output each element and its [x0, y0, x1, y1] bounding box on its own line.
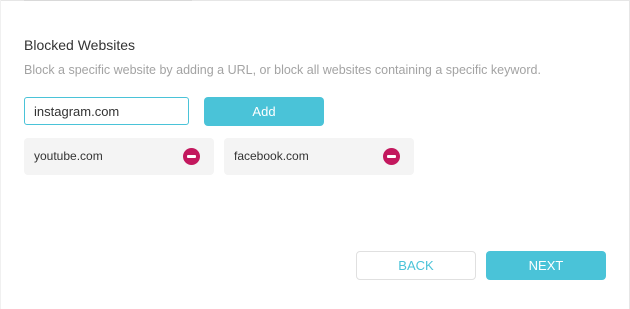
next-button[interactable]: NEXT: [486, 251, 606, 280]
blocked-site-label: facebook.com: [234, 149, 309, 163]
add-button[interactable]: Add: [204, 97, 324, 126]
section-title: Blocked Websites: [24, 37, 136, 53]
blocked-site-label: youtube.com: [34, 149, 103, 163]
url-input[interactable]: [24, 97, 189, 125]
back-button[interactable]: BACK: [356, 251, 476, 280]
blocked-site-item: facebook.com: [224, 138, 414, 175]
blocked-site-item: youtube.com: [24, 138, 214, 175]
minus-circle-icon[interactable]: [383, 148, 400, 165]
previous-section-edge: [24, 0, 192, 1]
minus-circle-icon[interactable]: [183, 148, 200, 165]
panel-left-border: [0, 0, 1, 309]
section-description: Block a specific website by adding a URL…: [24, 63, 541, 77]
